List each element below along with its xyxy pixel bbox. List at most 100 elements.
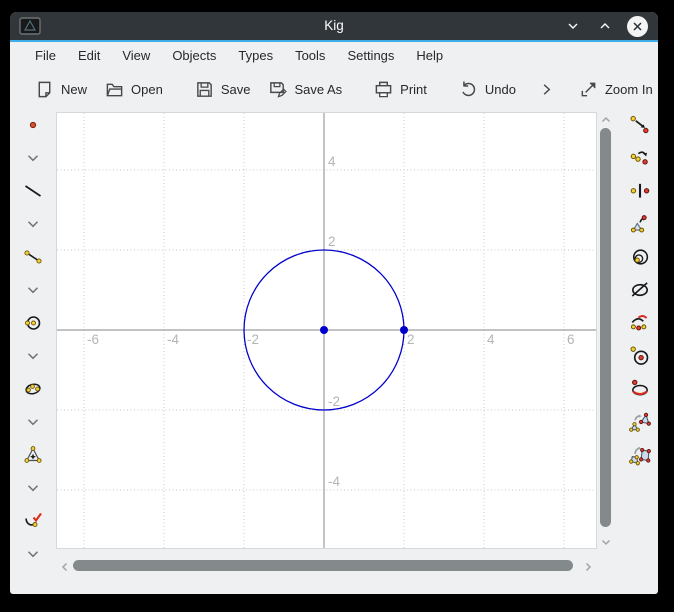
save-as-label: Save As (294, 82, 342, 97)
polygon-tools-expander[interactable] (21, 476, 45, 500)
segment-icon (23, 247, 43, 267)
menu-help[interactable]: Help (405, 48, 454, 63)
similitude-tool-button[interactable] (628, 410, 652, 434)
new-button[interactable]: New (26, 74, 96, 105)
conic-transform-tool-button[interactable] (628, 377, 652, 401)
svg-text:-2: -2 (247, 332, 259, 347)
titlebar: Kig (10, 12, 658, 42)
toolbar: New Open Save Save As (10, 68, 658, 110)
reflection-tool-button[interactable] (628, 212, 652, 236)
scroll-left-chevron-icon[interactable] (59, 560, 71, 572)
svg-text:-4: -4 (167, 332, 179, 347)
test-tools-expander[interactable] (21, 542, 45, 566)
line-icon (23, 181, 43, 201)
inversion-circle-tool-button[interactable] (628, 344, 652, 368)
polygon-tool-button[interactable] (21, 443, 45, 467)
point-tool-button[interactable] (21, 113, 45, 137)
save-as-icon (268, 80, 287, 99)
line-tools-expander[interactable] (21, 212, 45, 236)
menu-types[interactable]: Types (227, 48, 284, 63)
open-button[interactable]: Open (96, 74, 172, 105)
chevron-down-icon (566, 19, 580, 33)
translation-icon (629, 114, 651, 136)
menu-file[interactable]: File (24, 48, 67, 63)
conic-transform-icon (629, 378, 651, 400)
open-label: Open (131, 82, 163, 97)
chevron-down-icon (24, 479, 42, 497)
undo-label: Undo (485, 82, 516, 97)
circular-inversion-tool-button[interactable] (628, 278, 652, 302)
chevron-up-icon (598, 19, 612, 33)
minimize-button[interactable] (563, 16, 583, 36)
save-label: Save (221, 82, 251, 97)
chevron-down-icon (24, 281, 42, 299)
maximize-button[interactable] (595, 16, 615, 36)
save-button[interactable]: Save (186, 74, 260, 105)
print-button[interactable]: Print (365, 74, 436, 105)
point-tools-expander[interactable] (21, 146, 45, 170)
line-tool-button[interactable] (21, 179, 45, 203)
undo-icon (459, 80, 478, 99)
svg-text:6: 6 (567, 332, 575, 347)
chevron-down-icon (24, 347, 42, 365)
new-label: New (61, 82, 87, 97)
menu-view[interactable]: View (111, 48, 161, 63)
projectivity-icon (629, 444, 651, 466)
svg-text:-4: -4 (328, 474, 340, 489)
rotation-tool-button[interactable] (628, 146, 652, 170)
vertical-scrollbar[interactable] (598, 112, 614, 549)
scaling-tool-button[interactable] (628, 245, 652, 269)
menu-objects[interactable]: Objects (161, 48, 227, 63)
point-reflection-tool-button[interactable] (628, 179, 652, 203)
conic-tool-button[interactable] (21, 377, 45, 401)
close-button[interactable] (627, 16, 648, 37)
document-new-icon (35, 80, 54, 99)
vertical-scrollbar-thumb[interactable] (600, 128, 611, 527)
zoom-in-label: Zoom In (605, 82, 653, 97)
test-check-icon (23, 511, 43, 531)
crossed-circle-icon (629, 279, 651, 301)
conic-tools-expander[interactable] (21, 410, 45, 434)
reflection-icon (629, 213, 651, 235)
save-icon (195, 80, 214, 99)
arc-test-icon (629, 312, 651, 334)
circle-tools-expander[interactable] (21, 344, 45, 368)
save-as-button[interactable]: Save As (259, 74, 351, 105)
scaling-icon (629, 246, 651, 268)
chevron-down-icon (24, 149, 42, 167)
undo-button[interactable]: Undo (450, 74, 525, 105)
scroll-right-chevron-icon[interactable] (582, 560, 594, 572)
kig-window: Kig File Edit View Objects Type (10, 12, 658, 594)
point-reflection-icon (629, 180, 651, 202)
svg-text:2: 2 (407, 332, 415, 347)
printer-icon (374, 80, 393, 99)
test-tool-button[interactable] (21, 509, 45, 533)
menubar: File Edit View Objects Types Tools Setti… (10, 42, 658, 68)
folder-open-icon (105, 80, 124, 99)
undo-history-chevron-button[interactable] (533, 76, 560, 103)
conic-icon (23, 379, 43, 399)
arc-test-tool-button[interactable] (628, 311, 652, 335)
scroll-up-chevron-icon[interactable] (600, 113, 612, 125)
close-x-icon (632, 21, 643, 32)
menu-settings[interactable]: Settings (336, 48, 405, 63)
horizontal-scrollbar[interactable] (56, 558, 597, 574)
zoom-in-button[interactable]: Zoom In (570, 74, 658, 105)
polygon-icon (23, 445, 43, 465)
svg-text:4: 4 (328, 154, 336, 169)
translation-tool-button[interactable] (628, 113, 652, 137)
segment-tools-expander[interactable] (21, 278, 45, 302)
circle-tool-button[interactable] (21, 311, 45, 335)
geometry-canvas[interactable]: -6-4-224642-2-4 (56, 112, 597, 549)
segment-tool-button[interactable] (21, 245, 45, 269)
menu-edit[interactable]: Edit (67, 48, 111, 63)
rotation-icon (629, 147, 651, 169)
scroll-down-chevron-icon[interactable] (600, 535, 612, 547)
horizontal-scrollbar-thumb[interactable] (73, 560, 573, 571)
projectivity-tool-button[interactable] (628, 443, 652, 467)
svg-text:-2: -2 (328, 394, 340, 409)
svg-text:-6: -6 (87, 332, 99, 347)
window-title: Kig (10, 12, 658, 40)
menu-tools[interactable]: Tools (284, 48, 336, 63)
similitude-icon (629, 411, 651, 433)
